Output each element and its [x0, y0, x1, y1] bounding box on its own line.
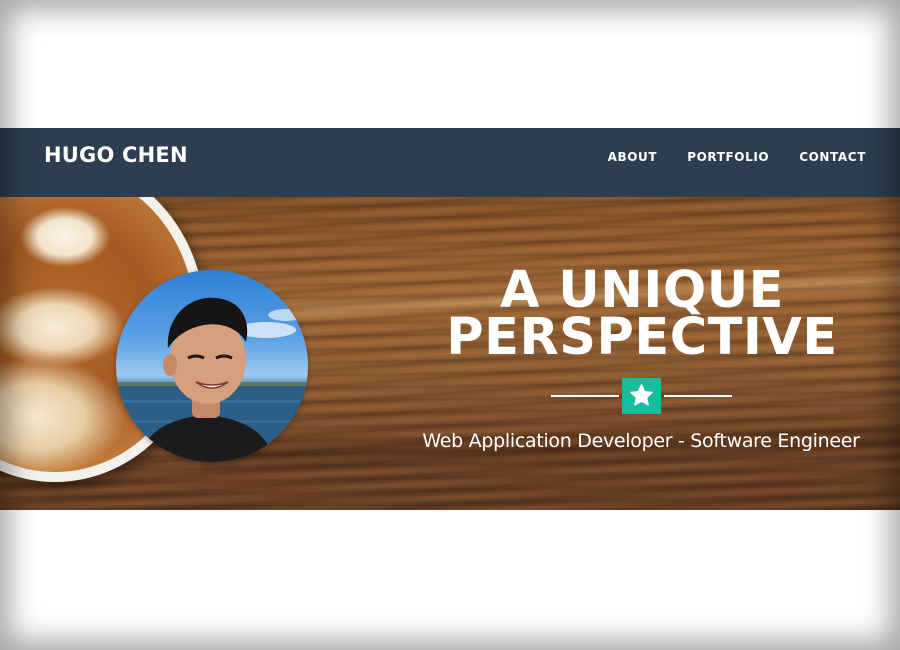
- hero-title-line-1: A UNIQUE: [500, 261, 784, 320]
- hero-title-line-2: PERSPECTIVE: [446, 308, 838, 367]
- star-badge: [622, 378, 661, 414]
- navbar: HUGO CHEN ABOUT PORTFOLIO CONTACT: [0, 128, 900, 197]
- nav-link-contact[interactable]: CONTACT: [799, 150, 866, 164]
- profile-photo-illustration: [116, 297, 308, 462]
- nav-link-about[interactable]: ABOUT: [608, 150, 658, 164]
- brand-logo-link[interactable]: HUGO CHEN: [44, 143, 188, 167]
- profile-avatar: [116, 270, 308, 462]
- divider-line-right: [664, 395, 732, 397]
- hero-subtitle: Web Application Developer - Software Eng…: [422, 430, 860, 452]
- nav-menu: ABOUT PORTFOLIO CONTACT: [608, 150, 866, 164]
- hero-banner: A UNIQUE PERSPECTIVE Web Application Dev…: [0, 197, 900, 510]
- star-icon: [630, 384, 653, 406]
- star-divider: [551, 378, 732, 414]
- hero-title: A UNIQUE PERSPECTIVE: [400, 261, 884, 367]
- divider-line-left: [551, 395, 619, 397]
- nav-link-portfolio[interactable]: PORTFOLIO: [687, 150, 769, 164]
